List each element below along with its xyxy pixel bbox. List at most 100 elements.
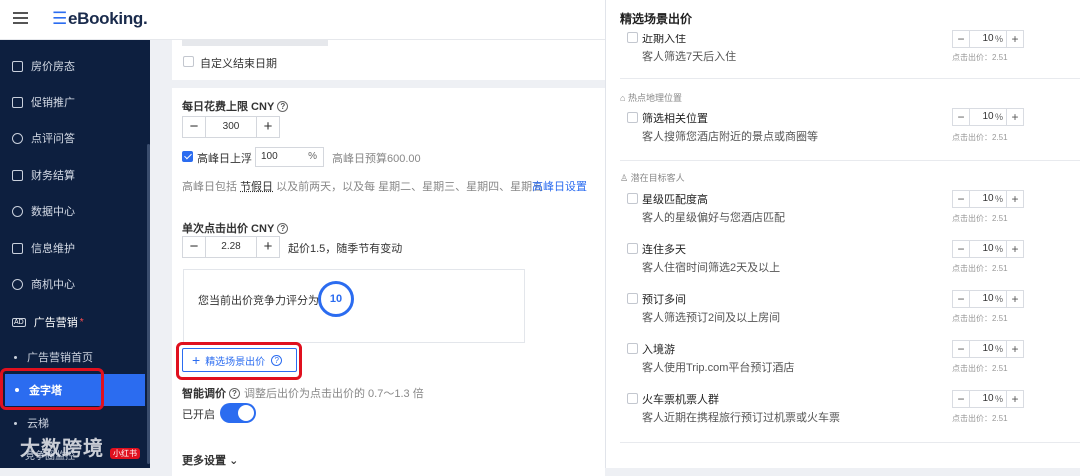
- peak-settings-link[interactable]: 高峰日设置: [532, 178, 587, 194]
- sidebar-sub-competition[interactable]: 竞争圈监控: [25, 447, 75, 462]
- daily-limit-stepper[interactable]: − 300 +: [182, 116, 280, 138]
- minus-icon: −: [957, 342, 965, 356]
- main-content: 自定义结束日期 每日花费上限 CNY? − 300 + 高峰日上浮 100% 高…: [150, 40, 605, 476]
- scene-stepper[interactable]: −10% +: [952, 190, 1024, 208]
- peak-checkbox[interactable]: [182, 151, 193, 162]
- scene-price: 点击出价：2.51: [952, 214, 1008, 223]
- edit-icon: [12, 242, 23, 254]
- daily-limit-value[interactable]: 300: [205, 117, 257, 137]
- scene-name: 火车票机票人群: [642, 394, 719, 406]
- scene-desc: 客人近期在携程旅行预订过机票或火车票: [642, 412, 840, 424]
- scene-checkbox[interactable]: [627, 393, 638, 404]
- minus-icon: −: [957, 192, 965, 206]
- users-icon: [12, 132, 23, 144]
- scene-bid-panel: 精选场景出价 近期入住 客人筛选7天后入住 −10% + 点击出价：2.51 ⌂ …: [605, 0, 1080, 468]
- scene-checkbox[interactable]: [627, 293, 638, 304]
- location-icon: ⌂: [620, 93, 628, 103]
- scene-checkbox[interactable]: [627, 343, 638, 354]
- group-label-target: ♙ 潜在目标客人: [620, 173, 685, 183]
- group-label-location: ⌂ 热点地理位置: [620, 93, 682, 103]
- scene-name: 近期入住: [642, 33, 686, 45]
- scene-desc: 客人筛选7天后入住: [642, 51, 737, 63]
- scene-price: 点击出价：2.51: [952, 364, 1008, 373]
- scene-desc: 客人搜筛您酒店附近的景点或商圈等: [642, 131, 818, 143]
- minus-icon[interactable]: −: [183, 237, 205, 257]
- chevron-down-icon: ⌄: [229, 455, 239, 467]
- score-label: 您当前出价竞争力评分为: [198, 295, 319, 307]
- minus-icon: −: [957, 110, 965, 124]
- highlight-outline-scene-button: [176, 342, 302, 380]
- minus-icon: −: [957, 292, 965, 306]
- sidebar-item-finance[interactable]: 财务结算: [0, 157, 150, 193]
- promo-icon: [12, 96, 23, 108]
- plus-icon: +: [1011, 242, 1019, 256]
- peak-label: 高峰日上浮: [197, 153, 252, 165]
- sidebar-item-opportunity[interactable]: 商机中心: [0, 266, 150, 302]
- scene-price: 点击出价：2.51: [952, 414, 1008, 423]
- cpc-stepper[interactable]: − 2.28 +: [182, 236, 280, 258]
- plus-icon: +: [1011, 292, 1019, 306]
- app-logo[interactable]: ☰eBooking.: [52, 9, 148, 29]
- sidebar-item-data[interactable]: 数据中心: [0, 193, 150, 229]
- more-settings-card: 更多设置 ⌄: [172, 446, 605, 468]
- date-card: 自定义结束日期: [172, 40, 605, 80]
- scene-price: 点击出价：2.51: [952, 133, 1008, 142]
- cpc-note: 起价1.5，随季节有变动: [288, 243, 403, 255]
- plus-icon: +: [1011, 110, 1019, 124]
- sidebar-item-reviews[interactable]: 点评问答: [0, 120, 150, 156]
- scene-stepper[interactable]: −10% +: [952, 108, 1024, 126]
- daily-limit-label: 每日花费上限 CNY?: [182, 98, 289, 114]
- scene-stepper[interactable]: −10% +: [952, 30, 1024, 48]
- sidebar-item-ads[interactable]: AD 广告营销 *: [0, 304, 150, 340]
- sidebar-item-info[interactable]: 信息维护: [0, 230, 150, 266]
- scene-price: 点击出价：2.51: [952, 314, 1008, 323]
- scene-name: 入境游: [642, 344, 675, 356]
- plus-icon[interactable]: +: [257, 117, 279, 137]
- plus-icon[interactable]: +: [257, 237, 279, 257]
- scene-checkbox[interactable]: [627, 193, 638, 204]
- smart-pricing-switch[interactable]: [220, 403, 256, 423]
- minus-icon: −: [957, 392, 965, 406]
- custom-end-date-checkbox[interactable]: [183, 56, 194, 67]
- help-icon: ?: [277, 223, 289, 234]
- score-value: 10: [318, 281, 354, 317]
- scene-stepper[interactable]: −10% +: [952, 390, 1024, 408]
- scene-stepper[interactable]: −10% +: [952, 240, 1024, 258]
- scene-stepper[interactable]: −10% +: [952, 290, 1024, 308]
- required-star: *: [79, 316, 84, 328]
- scene-name: 连住多天: [642, 244, 686, 256]
- scene-checkbox[interactable]: [627, 112, 638, 123]
- finance-icon: [12, 169, 23, 181]
- peak-percent-input[interactable]: 100%: [255, 147, 324, 167]
- menu-icon[interactable]: [13, 12, 28, 24]
- cpc-value[interactable]: 2.28: [205, 237, 257, 257]
- custom-end-date-label: 自定义结束日期: [200, 58, 277, 70]
- scene-name: 星级匹配度高: [642, 194, 708, 206]
- sidebar-item-rates[interactable]: 房价房态: [0, 48, 150, 84]
- smart-pricing-label: 智能调价?: [182, 385, 240, 401]
- more-settings-toggle[interactable]: 更多设置 ⌄: [182, 452, 238, 468]
- peak-budget: 高峰日预算600.00: [332, 153, 421, 165]
- scene-checkbox[interactable]: [627, 32, 638, 43]
- plus-icon: +: [1011, 192, 1019, 206]
- scene-desc: 客人的星级偏好与您酒店匹配: [642, 212, 785, 224]
- smart-pricing-desc: 调整后出价为点击出价的 0.7～1.3 倍: [244, 388, 424, 400]
- score-box: 您当前出价竞争力评分为 10: [183, 269, 525, 343]
- panel-title: 精选场景出价: [620, 12, 693, 26]
- help-icon: ?: [277, 101, 289, 112]
- opportunity-icon: [12, 278, 23, 290]
- watermark-badge: 小红书: [110, 448, 140, 459]
- cpc-label: 单次点击出价 CNY?: [182, 220, 289, 236]
- user-icon: ♙: [620, 173, 631, 183]
- minus-icon[interactable]: −: [183, 117, 205, 137]
- scene-stepper[interactable]: −10% +: [952, 340, 1024, 358]
- scene-name: 筛选相关位置: [642, 113, 708, 125]
- scene-checkbox[interactable]: [627, 243, 638, 254]
- home-icon: [12, 60, 23, 72]
- plus-icon: +: [1011, 32, 1019, 46]
- highlight-outline-pyramid: [0, 368, 104, 410]
- sidebar-item-promotion[interactable]: 促销推广: [0, 84, 150, 120]
- help-icon: ?: [229, 388, 240, 399]
- scene-price: 点击出价：2.51: [952, 53, 1008, 62]
- scene-name: 预订多间: [642, 294, 686, 306]
